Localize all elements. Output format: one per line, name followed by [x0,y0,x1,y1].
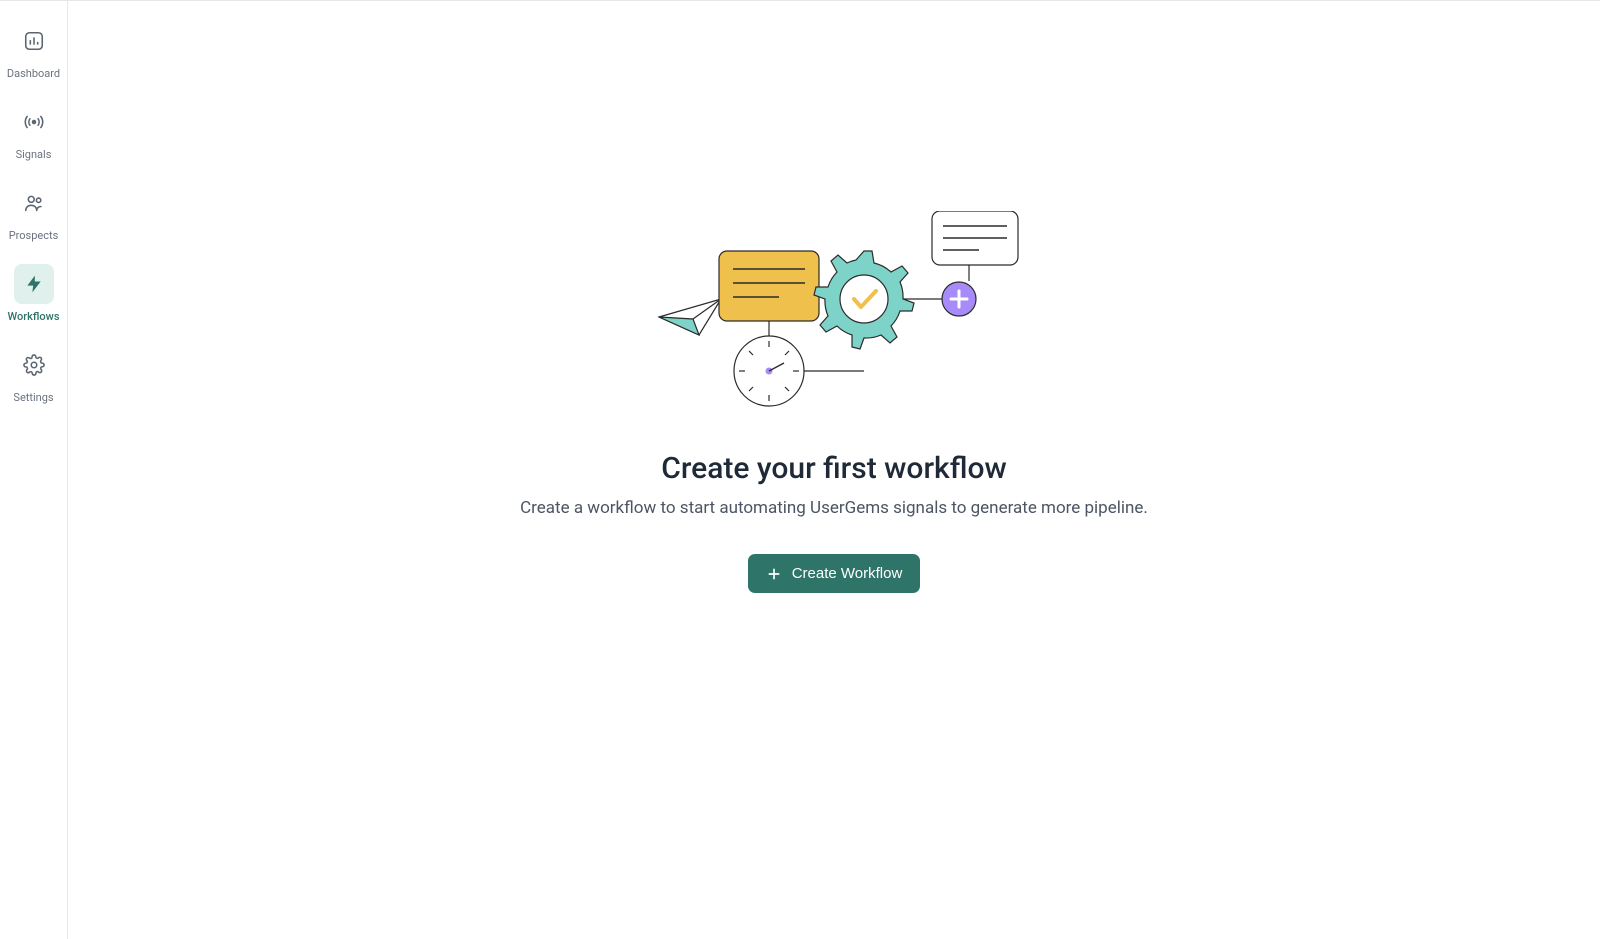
sidebar-item-settings[interactable]: Settings [0,345,67,404]
create-workflow-button[interactable]: Create Workflow [748,554,921,593]
sidebar-item-label: Settings [13,391,53,404]
sidebar-item-label: Dashboard [7,67,60,80]
signals-icon [14,102,54,142]
sidebar-item-label: Workflows [8,310,60,323]
dashboard-icon [14,21,54,61]
workflow-illustration [649,211,1019,411]
sidebar: Dashboard Signals Prospects [0,0,68,939]
empty-state-title: Create your first workflow [661,451,1007,486]
main-content: Create your first workflow Create a work… [68,0,1600,939]
sidebar-item-signals[interactable]: Signals [0,102,67,161]
sidebar-item-dashboard[interactable]: Dashboard [0,21,67,80]
sidebar-item-label: Signals [16,148,52,161]
plus-icon [766,566,782,582]
empty-state-subtitle: Create a workflow to start automating Us… [520,498,1148,518]
sidebar-item-label: Prospects [9,229,59,242]
sidebar-item-prospects[interactable]: Prospects [0,183,67,242]
create-workflow-button-label: Create Workflow [792,565,903,582]
workflows-icon [14,264,54,304]
prospects-icon [14,183,54,223]
settings-icon [14,345,54,385]
empty-state: Create your first workflow Create a work… [474,211,1194,593]
sidebar-item-workflows[interactable]: Workflows [0,264,67,323]
